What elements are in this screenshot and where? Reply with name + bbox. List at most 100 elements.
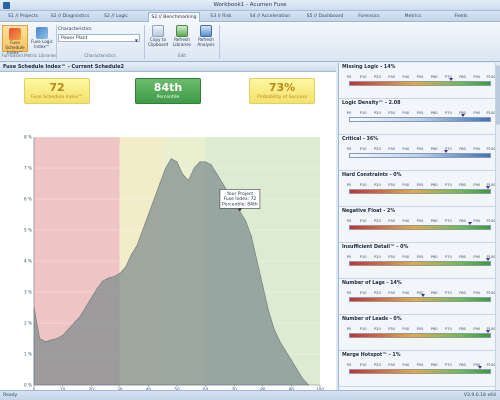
y-tick-label: 1 % <box>24 352 32 357</box>
metric-card[interactable]: Merge Hotspot™ - 1% P0 P10 P20 P30 P40 P50 P60 P… <box>339 351 500 387</box>
data-point <box>285 350 287 352</box>
copy-to-clipboard-button[interactable]: Copy to Clipboard <box>147 25 169 52</box>
tab-risk[interactable]: S3 // Risk <box>204 12 238 22</box>
tab-diagnostics[interactable]: S2 // Diagnostics <box>46 12 94 22</box>
metric-card[interactable]: Missing Logic - 14% P0 P10 P20 P30 P40 P50 P60 P… <box>339 63 500 99</box>
ribbon: Fuse Schedule Index™ Fuse Logic Index™ F… <box>0 22 500 62</box>
percentile-tick-label: P80 <box>459 327 466 331</box>
percentile-tick-label: P40 <box>402 111 410 115</box>
percentile-tick-label: P50 <box>416 147 424 151</box>
data-point <box>279 341 281 342</box>
tab-logic[interactable]: S2 // Logic <box>96 12 136 22</box>
data-point <box>165 167 166 169</box>
data-point <box>182 173 184 175</box>
window-title: Workbook1 - Acumen Fuse <box>213 2 287 8</box>
metric-pointer-icon <box>467 222 472 225</box>
percentile-tick-label: P70 <box>445 327 452 331</box>
metric-title: Critical - 36% <box>342 137 379 142</box>
data-point <box>250 235 252 237</box>
refresh-icon <box>176 25 188 37</box>
data-point <box>45 341 46 342</box>
metric-card[interactable]: Insufficient Detail™ - 0% P0 P10 P20 P30 P40 P… <box>339 243 500 279</box>
percentile-tick-label: P90 <box>473 75 481 79</box>
refresh-analysis-button[interactable]: Refresh Analysis <box>195 25 217 52</box>
group-label-edit: Edit <box>177 53 187 58</box>
data-point <box>67 328 69 330</box>
y-tick-label: 5 % <box>24 228 32 233</box>
tab-projects[interactable]: S1 // Projects <box>2 12 44 22</box>
tab-dashboard[interactable]: S5 // Dashboard <box>302 12 348 22</box>
percentile-tick-label: P40 <box>402 255 410 259</box>
percentile-tick-label: P30 <box>388 75 395 79</box>
percentile-tick-label: P90 <box>473 219 481 223</box>
percentile-tick-label: P10 <box>359 255 367 259</box>
data-point <box>102 280 104 282</box>
scrollbar-thumb[interactable] <box>496 65 500 125</box>
tab-metrics[interactable]: Metrics <box>398 12 428 22</box>
metric-gauge-bar <box>349 261 491 266</box>
metric-card[interactable]: Hard Constraints - 0% P0 P10 P20 P30 P40 P50 P6… <box>339 171 500 207</box>
percentile-tick-label: P40 <box>402 291 410 295</box>
percentile-tick-label: P40 <box>402 219 410 223</box>
status-text: Ready <box>3 393 18 398</box>
percentile-tick-label: P50 <box>416 111 424 115</box>
metric-card[interactable]: Negative Float - 2% P0 P10 P20 P30 P40 P50 P60 P… <box>339 207 500 243</box>
metric-scale: P0 P10 P20 P30 P40 P50 P60 P70 P80 P90 P100 <box>347 75 496 80</box>
metric-card[interactable]: Logic Density™ - 2.08 P0 P10 P20 P30 P40 P50 P6… <box>339 99 500 135</box>
data-point <box>142 229 144 231</box>
percentile-tick-label: P70 <box>445 183 452 187</box>
percentile-tick-label: P0 <box>346 327 352 331</box>
metric-gauge-bar <box>349 225 491 230</box>
metric-scale: P0 P10 P20 P30 P40 P50 P60 P70 P80 P90 P100 <box>347 255 496 260</box>
metric-card[interactable]: Number of Lags - 14% P0 P10 P20 P30 P40 P50 P60… <box>339 279 500 315</box>
metric-gauge-bar <box>349 81 491 86</box>
tab-forensics[interactable]: Forensics <box>352 12 386 22</box>
percentile-tick-label: P20 <box>374 147 381 151</box>
percentile-tick-label: P40 <box>402 183 410 187</box>
data-point <box>222 183 224 184</box>
metric-pointer-icon <box>486 186 491 189</box>
tab-acceleration[interactable]: S4 // Acceleration <box>244 12 296 22</box>
metric-card[interactable]: Critical - 36% P0 P10 P20 P30 P40 P50 P60 P70 P80… <box>339 135 500 171</box>
metric-scale: P0 P10 P20 P30 P40 P50 P60 P70 P80 P90 P100 <box>347 183 496 188</box>
percentile-tick-label: P80 <box>459 219 466 223</box>
percentile-tick-label: P50 <box>416 183 424 187</box>
percentile-tick-label: P30 <box>388 363 395 367</box>
percentile-tick-label: P80 <box>459 363 466 367</box>
metric-gauge-bar <box>349 297 491 302</box>
data-point <box>85 307 86 308</box>
metric-scale: P0 P10 P20 P30 P40 P50 P60 P70 P80 P90 P100 <box>347 111 496 116</box>
refresh-icon <box>200 25 212 37</box>
tab-fields[interactable]: Fields <box>448 12 474 22</box>
metric-pointer-icon <box>420 294 425 297</box>
metric-scale: P0 P10 P20 P30 P40 P50 P60 P70 P80 P90 P100 <box>346 327 496 332</box>
fuse-schedule-index-button[interactable]: Fuse Schedule Index™ <box>2 25 28 54</box>
percentile-tick-label: P50 <box>416 363 424 367</box>
percentile-tick-label: P0 <box>346 363 352 367</box>
percentile-tick-label: P10 <box>359 291 367 295</box>
percentile-tick-label: P60 <box>430 183 438 187</box>
data-point <box>268 310 269 311</box>
percentile-tick-label: P20 <box>374 363 381 367</box>
scrollbar[interactable] <box>495 63 500 390</box>
percentile-tick-label: P60 <box>430 363 438 367</box>
refresh-libraries-button[interactable]: Refresh Libraries <box>171 25 193 52</box>
metric-card[interactable]: Number of Leads - 0% P0 P10 P20 P30 P40 P50 P60… <box>339 315 500 351</box>
annotation-line: Fuse Index: 72 <box>224 196 257 202</box>
percentile-tick-label: P30 <box>388 147 395 151</box>
data-point <box>273 328 275 330</box>
y-tick-label: 6 % <box>24 197 32 202</box>
data-point <box>136 245 138 246</box>
percentile-tick-label: P20 <box>374 75 381 79</box>
y-tick-label: 7 % <box>24 166 32 171</box>
metric-title: Number of Leads - 0% <box>342 317 402 322</box>
percentile-tick-label: P60 <box>430 255 438 259</box>
version-text: V3.9.0.18 x64 <box>463 393 496 398</box>
characteristics-dropdown[interactable]: Power Plant ▼ <box>58 34 140 43</box>
fuse-logic-index-button[interactable]: Fuse Logic Index™ <box>29 25 55 52</box>
metric-pointer-icon <box>477 366 482 369</box>
data-point <box>210 164 212 166</box>
data-point <box>302 378 304 380</box>
metric-title: Negative Float - 2% <box>342 209 396 214</box>
tab-benchmarking[interactable]: S2 // Benchmarking <box>148 12 200 22</box>
